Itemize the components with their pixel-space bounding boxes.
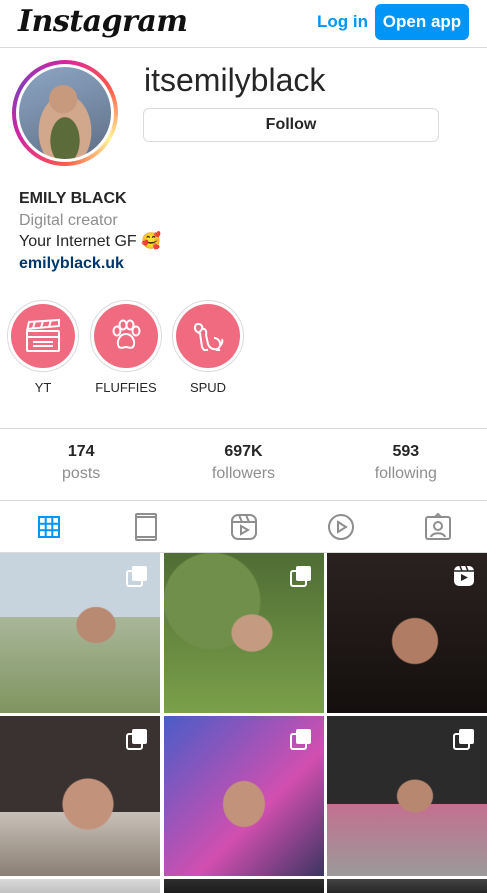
reels-icon — [230, 513, 257, 540]
tab-feed[interactable] — [97, 501, 194, 552]
tab-reels[interactable] — [195, 501, 292, 552]
posts-label: posts — [62, 465, 101, 482]
grid-icon — [37, 515, 60, 538]
paw-icon — [112, 319, 141, 349]
highlight-label: YT — [34, 380, 52, 395]
highlight-label: SPUD — [189, 380, 227, 395]
post-tile[interactable] — [327, 879, 487, 893]
profile-bio: EMILY BLACK Digital creator Your Interne… — [19, 188, 161, 274]
profile-tabs — [0, 501, 487, 553]
highlight-spud[interactable]: SPUD — [168, 300, 248, 395]
following-label: following — [374, 465, 437, 482]
post-tile[interactable] — [327, 716, 487, 876]
post-tile[interactable] — [0, 716, 160, 876]
carousel-icon — [126, 566, 147, 587]
tab-tagged[interactable] — [390, 501, 487, 552]
profile-username: itsemilyblack — [144, 62, 326, 98]
display-name: EMILY BLACK — [19, 190, 127, 207]
tab-posts[interactable] — [0, 501, 97, 552]
profile-stats: 174 posts 697K followers 593 following — [0, 428, 487, 501]
avatar-image — [19, 67, 111, 159]
website-link[interactable]: emilyblack.uk — [19, 253, 161, 275]
video-icon — [327, 513, 354, 540]
login-link[interactable]: Log in — [317, 12, 368, 32]
carousel-icon — [289, 729, 311, 750]
stat-following[interactable]: 593 following — [325, 429, 487, 500]
followers-label: followers — [211, 465, 276, 482]
open-app-button[interactable]: Open app — [375, 4, 469, 40]
following-count: 593 — [392, 443, 420, 460]
tab-videos[interactable] — [292, 501, 389, 552]
carousel-icon — [289, 566, 311, 587]
top-bar: Instagram Log in Open app — [0, 0, 487, 48]
category-label: Digital creator — [19, 211, 118, 229]
profile-avatar[interactable] — [12, 60, 118, 166]
followers-count: 697K — [224, 443, 263, 460]
highlight-label: FLUFFIES — [95, 380, 157, 395]
feed-icon — [135, 512, 158, 541]
post-tile[interactable] — [163, 553, 324, 713]
clapperboard-icon — [26, 318, 60, 352]
follow-button[interactable]: Follow — [143, 108, 439, 142]
carousel-icon — [126, 729, 147, 750]
highlight-fluffies[interactable]: FLUFFIES — [86, 300, 166, 395]
bio-text: Your Internet GF 🥰 — [19, 233, 162, 250]
post-tile[interactable] — [0, 879, 160, 893]
carousel-icon — [453, 729, 474, 750]
instagram-logo[interactable]: Instagram — [18, 4, 188, 39]
tagged-icon — [425, 512, 452, 540]
story-highlights: YT FLUFFIES SPUD — [0, 300, 487, 410]
stat-followers[interactable]: 697K followers — [162, 429, 324, 500]
post-tile[interactable] — [163, 879, 324, 893]
reel-icon — [454, 565, 474, 586]
post-tile[interactable] — [163, 716, 324, 876]
posts-grid — [0, 553, 487, 893]
highlight-yt[interactable]: YT — [3, 300, 83, 395]
posts-count: 174 — [67, 443, 95, 460]
stat-posts: 174 posts — [0, 429, 162, 500]
post-tile[interactable] — [0, 553, 160, 713]
dog-icon — [193, 322, 224, 351]
post-tile[interactable] — [327, 553, 487, 713]
